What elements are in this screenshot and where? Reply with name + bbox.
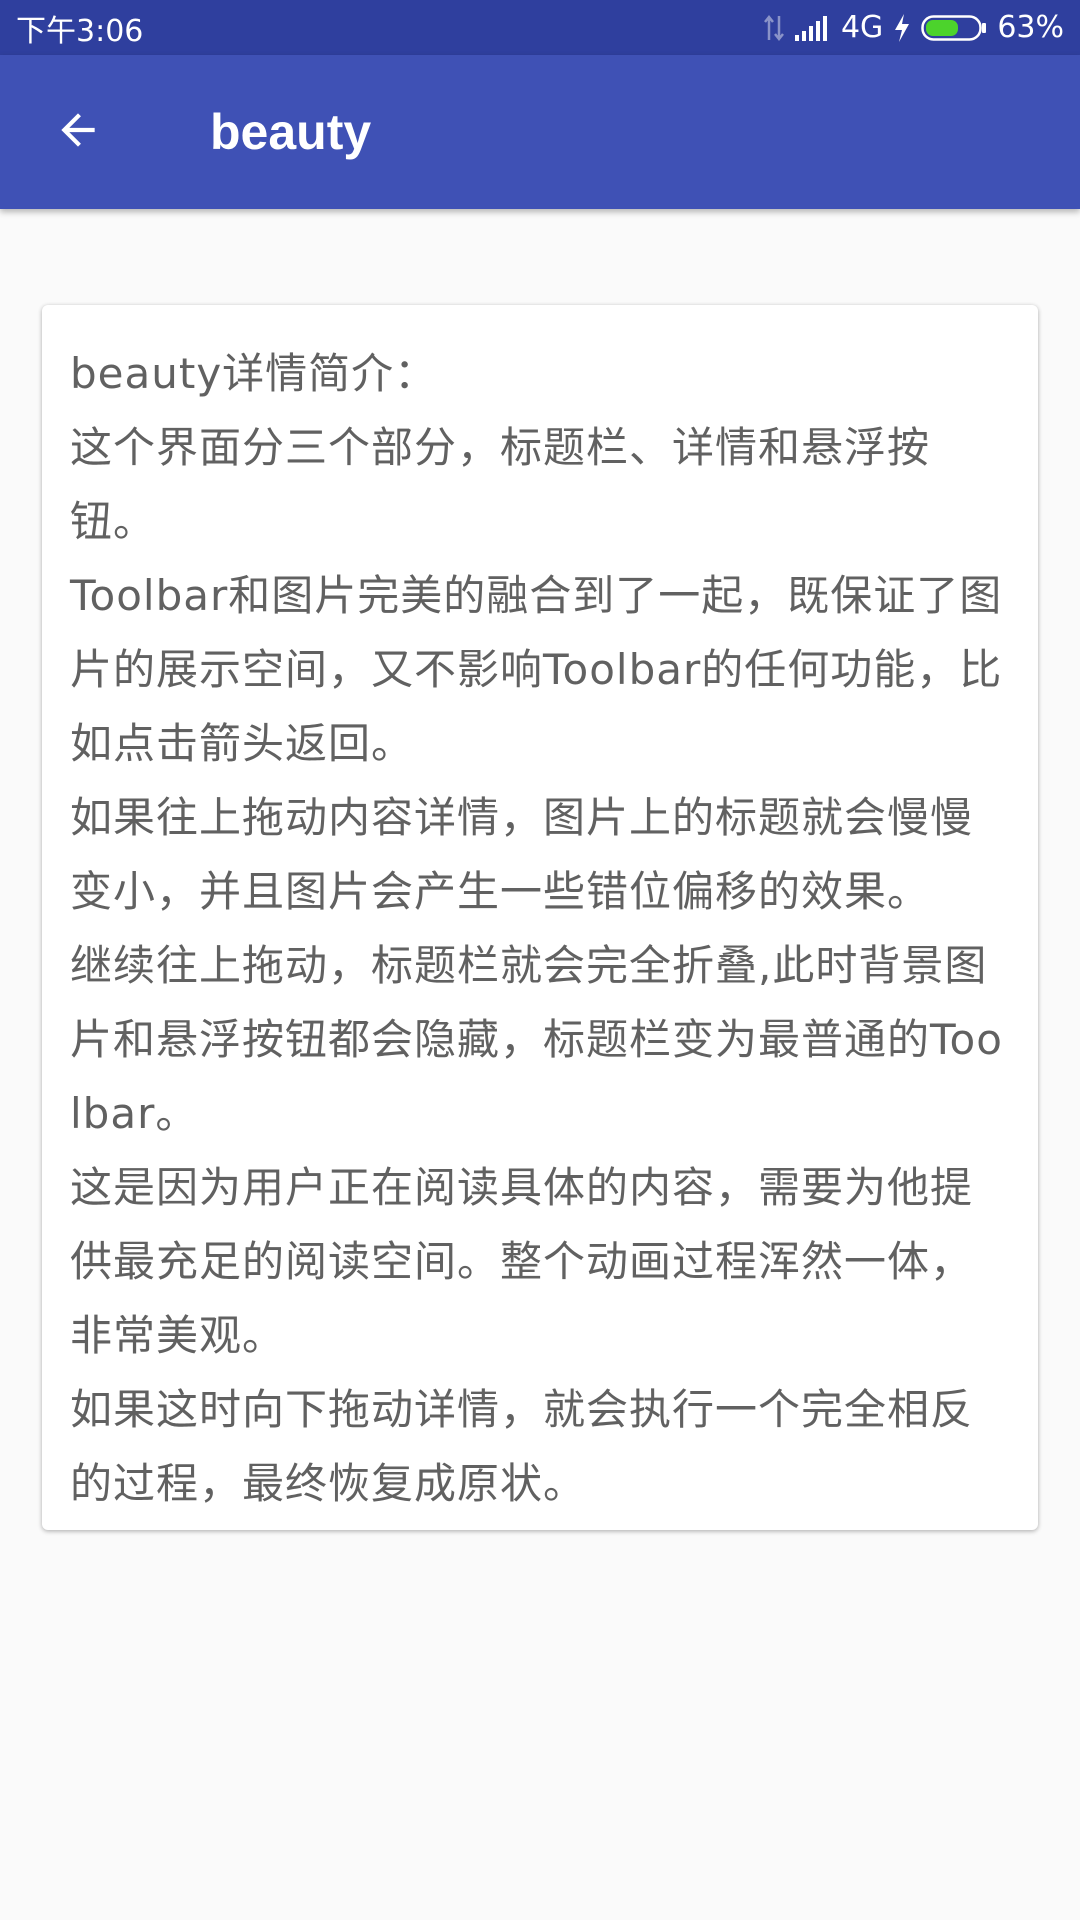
arrow-back-icon (53, 105, 103, 159)
back-button[interactable] (26, 80, 130, 184)
charging-icon (893, 13, 911, 43)
battery-icon (921, 14, 987, 42)
status-time: 下午3:06 (16, 13, 144, 49)
toolbar-title: beauty (210, 104, 372, 160)
status-bar: 下午3:06 4G 63% (0, 0, 1080, 55)
status-icons: 4G 63% (763, 10, 1064, 45)
toolbar: beauty (0, 55, 1080, 209)
detail-card: beauty详情简介： 这个界面分三个部分，标题栏、详情和悬浮按钮。 Toolb… (42, 305, 1038, 1530)
battery-percent: 63% (997, 10, 1064, 45)
detail-text: beauty详情简介： 这个界面分三个部分，标题栏、详情和悬浮按钮。 Toolb… (70, 349, 1003, 1508)
data-transfer-icon (763, 14, 785, 42)
signal-icon (794, 15, 831, 41)
network-type: 4G (840, 10, 884, 45)
